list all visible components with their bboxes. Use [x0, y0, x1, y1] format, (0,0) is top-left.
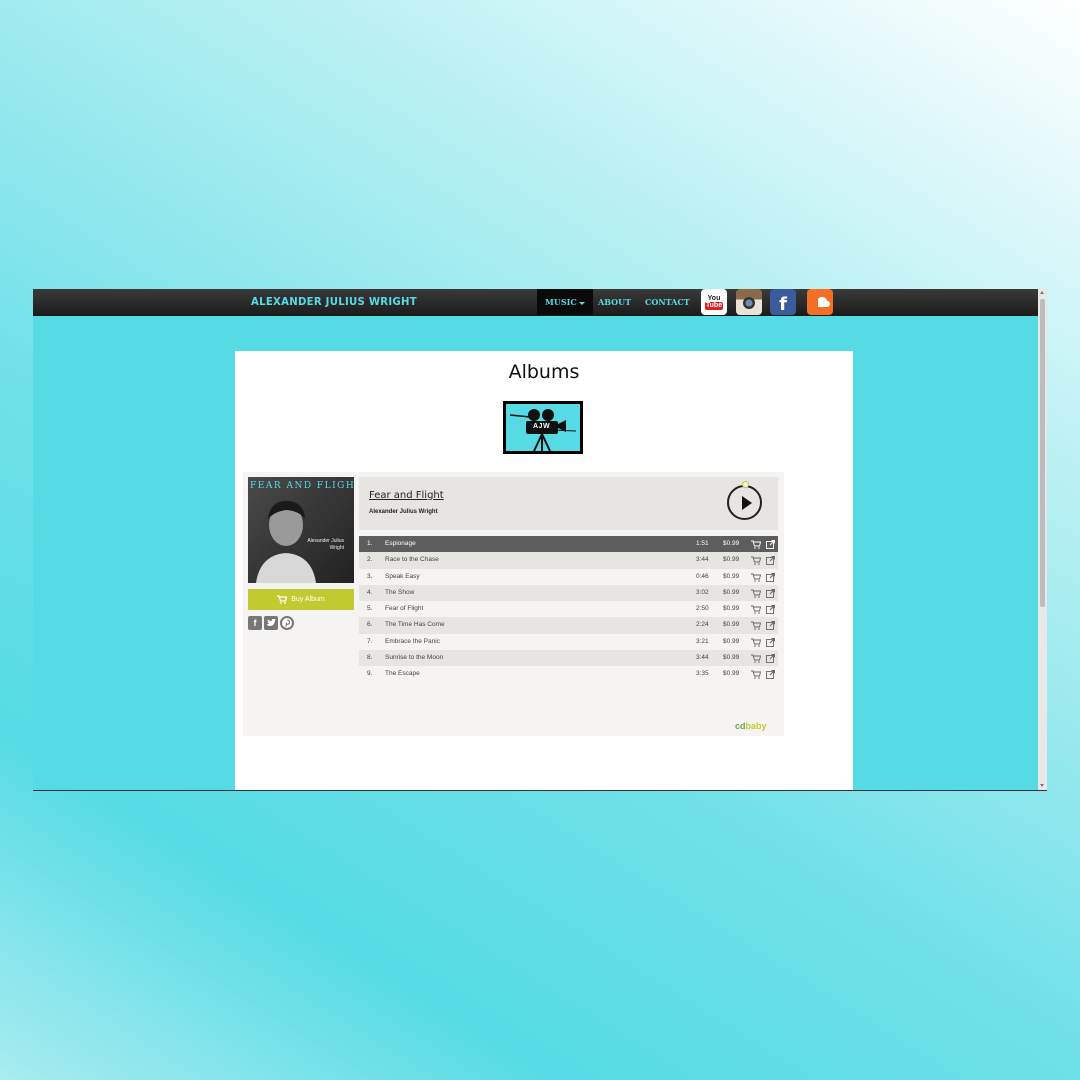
track-row[interactable]: 1. Espionage 1:51 $0.99	[359, 536, 778, 553]
scroll-up-arrow[interactable]	[1040, 291, 1044, 294]
track-row[interactable]: 7. Embrace the Panic 3:21 $0.99	[359, 634, 778, 650]
cover-title: FEAR AND FLIGHT	[250, 481, 354, 491]
facebook-share-icon[interactable]: f	[248, 616, 262, 630]
buy-album-button[interactable]: Buy Album	[248, 589, 354, 610]
cdbaby-logo-baby: baby	[745, 721, 767, 731]
track-price: $0.99	[723, 637, 740, 645]
nav-music-label: Music	[545, 297, 577, 307]
top-navbar: Alexander Julius Wright Music About Cont…	[33, 289, 1038, 316]
soundcloud-icon[interactable]	[807, 289, 833, 315]
track-number: 8.	[367, 654, 373, 662]
track-duration: 0:46	[696, 572, 709, 580]
track-number: 6.	[367, 621, 373, 629]
track-number: 5.	[367, 605, 373, 613]
scroll-down-arrow[interactable]	[1040, 784, 1044, 787]
twitter-share-icon[interactable]	[264, 616, 278, 630]
album-cover[interactable]: FEAR AND FLIGHT Alexander Julius Wright	[248, 477, 354, 583]
play-button[interactable]	[727, 481, 762, 520]
album-artist: Alexander Julius Wright	[369, 509, 438, 515]
track-duration: 1:51	[696, 540, 709, 547]
pinterest-share-icon[interactable]	[280, 616, 294, 630]
scrollbar-thumb[interactable]	[1040, 299, 1045, 607]
nav-music[interactable]: Music	[537, 289, 593, 315]
track-row[interactable]: 5. Fear of Flight 2:50 $0.99	[359, 601, 778, 617]
track-price: $0.99	[723, 621, 740, 629]
browser-viewport: Alexander Julius Wright Music About Cont…	[33, 289, 1047, 791]
album-title-link[interactable]: Fear and Flight	[369, 490, 444, 501]
track-number: 1.	[367, 540, 373, 547]
main-content: Albums AJW FEAR AND FLIGHT Alexander Jul…	[235, 351, 853, 790]
nav-about[interactable]: About	[590, 289, 639, 315]
page-title: Albums	[508, 361, 580, 383]
track-price: $0.99	[723, 556, 740, 564]
instagram-icon[interactable]	[736, 289, 762, 315]
site-brand[interactable]: Alexander Julius Wright	[251, 295, 417, 308]
track-row[interactable]: 4. The Show 3:02 $0.99	[359, 584, 778, 602]
track-price: $0.99	[723, 670, 740, 678]
nav-contact[interactable]: Contact	[637, 289, 698, 315]
ajw-logo: AJW	[503, 401, 583, 454]
logo-text: AJW	[533, 423, 551, 430]
track-duration: 3:44	[696, 654, 709, 662]
track-title[interactable]: The Escape	[385, 666, 420, 682]
external-link-icon[interactable]	[766, 670, 775, 686]
album-header: Fear and Flight Alexander Julius Wright	[359, 477, 778, 530]
track-duration: 3:44	[696, 556, 709, 564]
track-row[interactable]: 9. The Escape 3:35 $0.99	[359, 666, 778, 682]
track-list: 1. Espionage 1:51 $0.99 2. Race to the Chase 3…	[359, 536, 778, 683]
cart-icon	[277, 595, 288, 604]
track-row[interactable]: 3. Speak Easy 0:46 $0.99	[359, 569, 778, 585]
track-title[interactable]: The Show	[385, 585, 414, 601]
cdbaby-logo[interactable]: cdbaby	[735, 721, 767, 731]
track-duration: 2:50	[696, 605, 709, 613]
track-number: 7.	[367, 637, 373, 645]
play-icon	[742, 496, 752, 510]
track-price: $0.99	[723, 605, 740, 613]
track-title[interactable]: The Time Has Come	[385, 617, 445, 633]
chevron-down-icon	[578, 301, 585, 305]
track-duration: 3:35	[696, 670, 709, 678]
facebook-icon[interactable]: f	[770, 289, 796, 315]
track-title[interactable]: Sunrise to the Moon	[385, 650, 443, 666]
track-row[interactable]: 6. The Time Has Come 2:24 $0.99	[359, 617, 778, 634]
cover-artist: Alexander Julius Wright	[307, 538, 344, 551]
track-number: 3.	[367, 572, 373, 580]
track-duration: 3:02	[696, 588, 709, 596]
track-title[interactable]: Speak Easy	[385, 569, 420, 585]
track-duration: 2:24	[696, 621, 709, 629]
track-price: $0.99	[723, 572, 740, 580]
track-row[interactable]: 8. Sunrise to the Moon 3:44 $0.99	[359, 650, 778, 667]
scrollbar[interactable]	[1038, 289, 1047, 790]
track-number: 2.	[367, 556, 373, 564]
track-price: $0.99	[723, 540, 740, 547]
track-price: $0.99	[723, 588, 740, 596]
track-title[interactable]: Espionage	[385, 536, 416, 552]
track-duration: 3:21	[696, 637, 709, 645]
track-title[interactable]: Race to the Chase	[385, 552, 439, 568]
cdbaby-album-widget: FEAR AND FLIGHT Alexander Julius Wright …	[243, 472, 784, 736]
track-title[interactable]: Embrace the Panic	[385, 634, 440, 650]
track-price: $0.99	[723, 654, 740, 662]
track-title[interactable]: Fear of Flight	[385, 601, 423, 617]
buy-album-label: Buy Album	[291, 596, 325, 603]
track-number: 9.	[367, 670, 373, 678]
cart-icon[interactable]	[751, 670, 762, 686]
loading-indicator	[742, 481, 749, 488]
track-row[interactable]: 2. Race to the Chase 3:44 $0.99	[359, 552, 778, 569]
cdbaby-logo-cd: cd	[735, 721, 746, 731]
youtube-icon[interactable]: You Tube	[701, 289, 727, 315]
track-number: 4.	[367, 588, 373, 596]
